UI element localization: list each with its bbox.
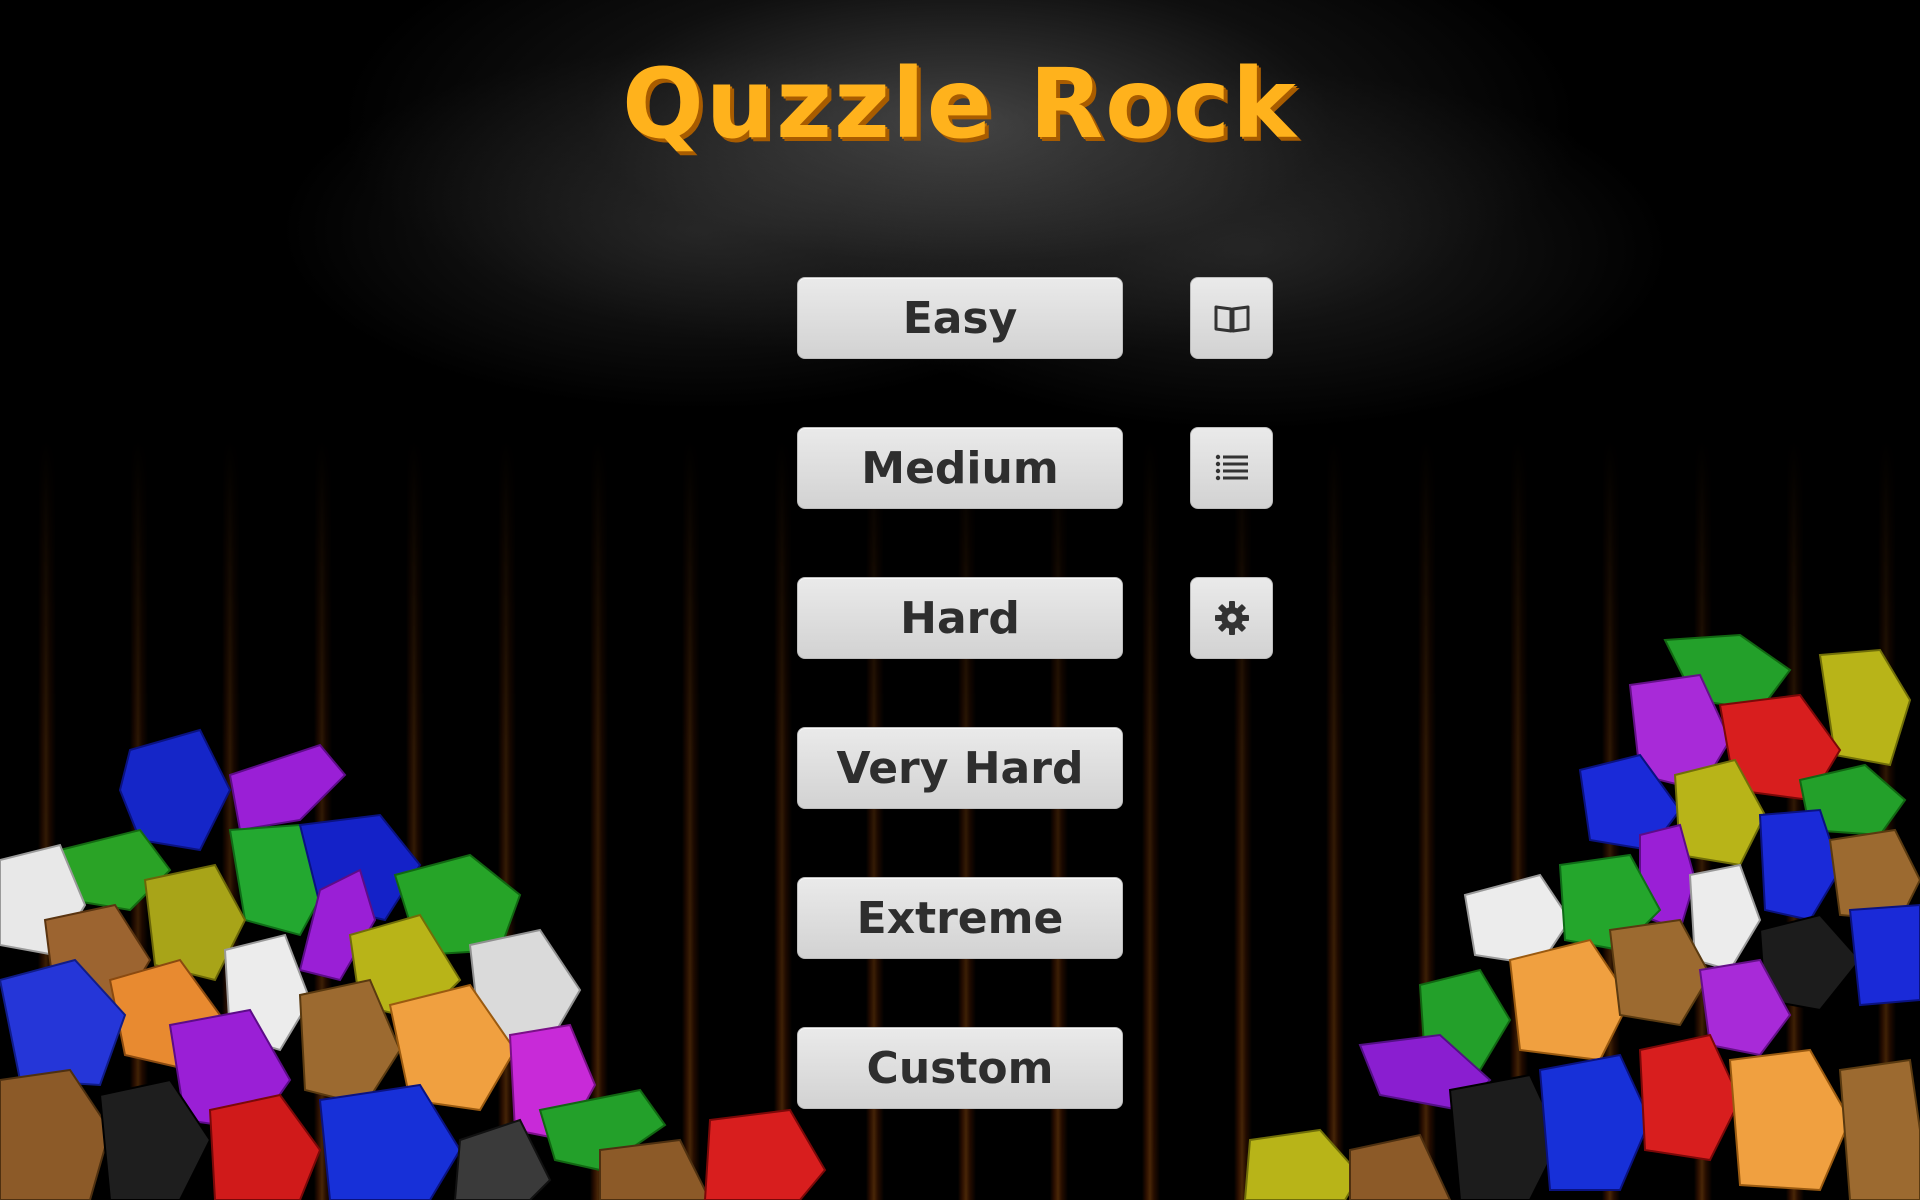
hard-button[interactable]: Hard xyxy=(797,577,1123,659)
custom-button[interactable]: Custom xyxy=(797,1027,1123,1109)
list-icon xyxy=(1215,454,1248,481)
gear-icon xyxy=(1214,601,1249,635)
book-icon xyxy=(1214,305,1249,333)
medium-button[interactable]: Medium xyxy=(797,427,1123,509)
game-screen: Quzzle Rock Easy Medium Hard Very Hard E… xyxy=(0,0,1920,1200)
rules-book-button[interactable] xyxy=(1190,277,1273,359)
rock-pile-right xyxy=(1243,633,1920,1200)
easy-button[interactable]: Easy xyxy=(797,277,1123,359)
scores-list-button[interactable] xyxy=(1190,427,1273,509)
settings-button[interactable] xyxy=(1190,577,1273,659)
rock-pile-left xyxy=(0,728,827,1200)
game-title: Quzzle Rock xyxy=(622,48,1298,160)
very-hard-button[interactable]: Very Hard xyxy=(797,727,1123,809)
extreme-button[interactable]: Extreme xyxy=(797,877,1123,959)
